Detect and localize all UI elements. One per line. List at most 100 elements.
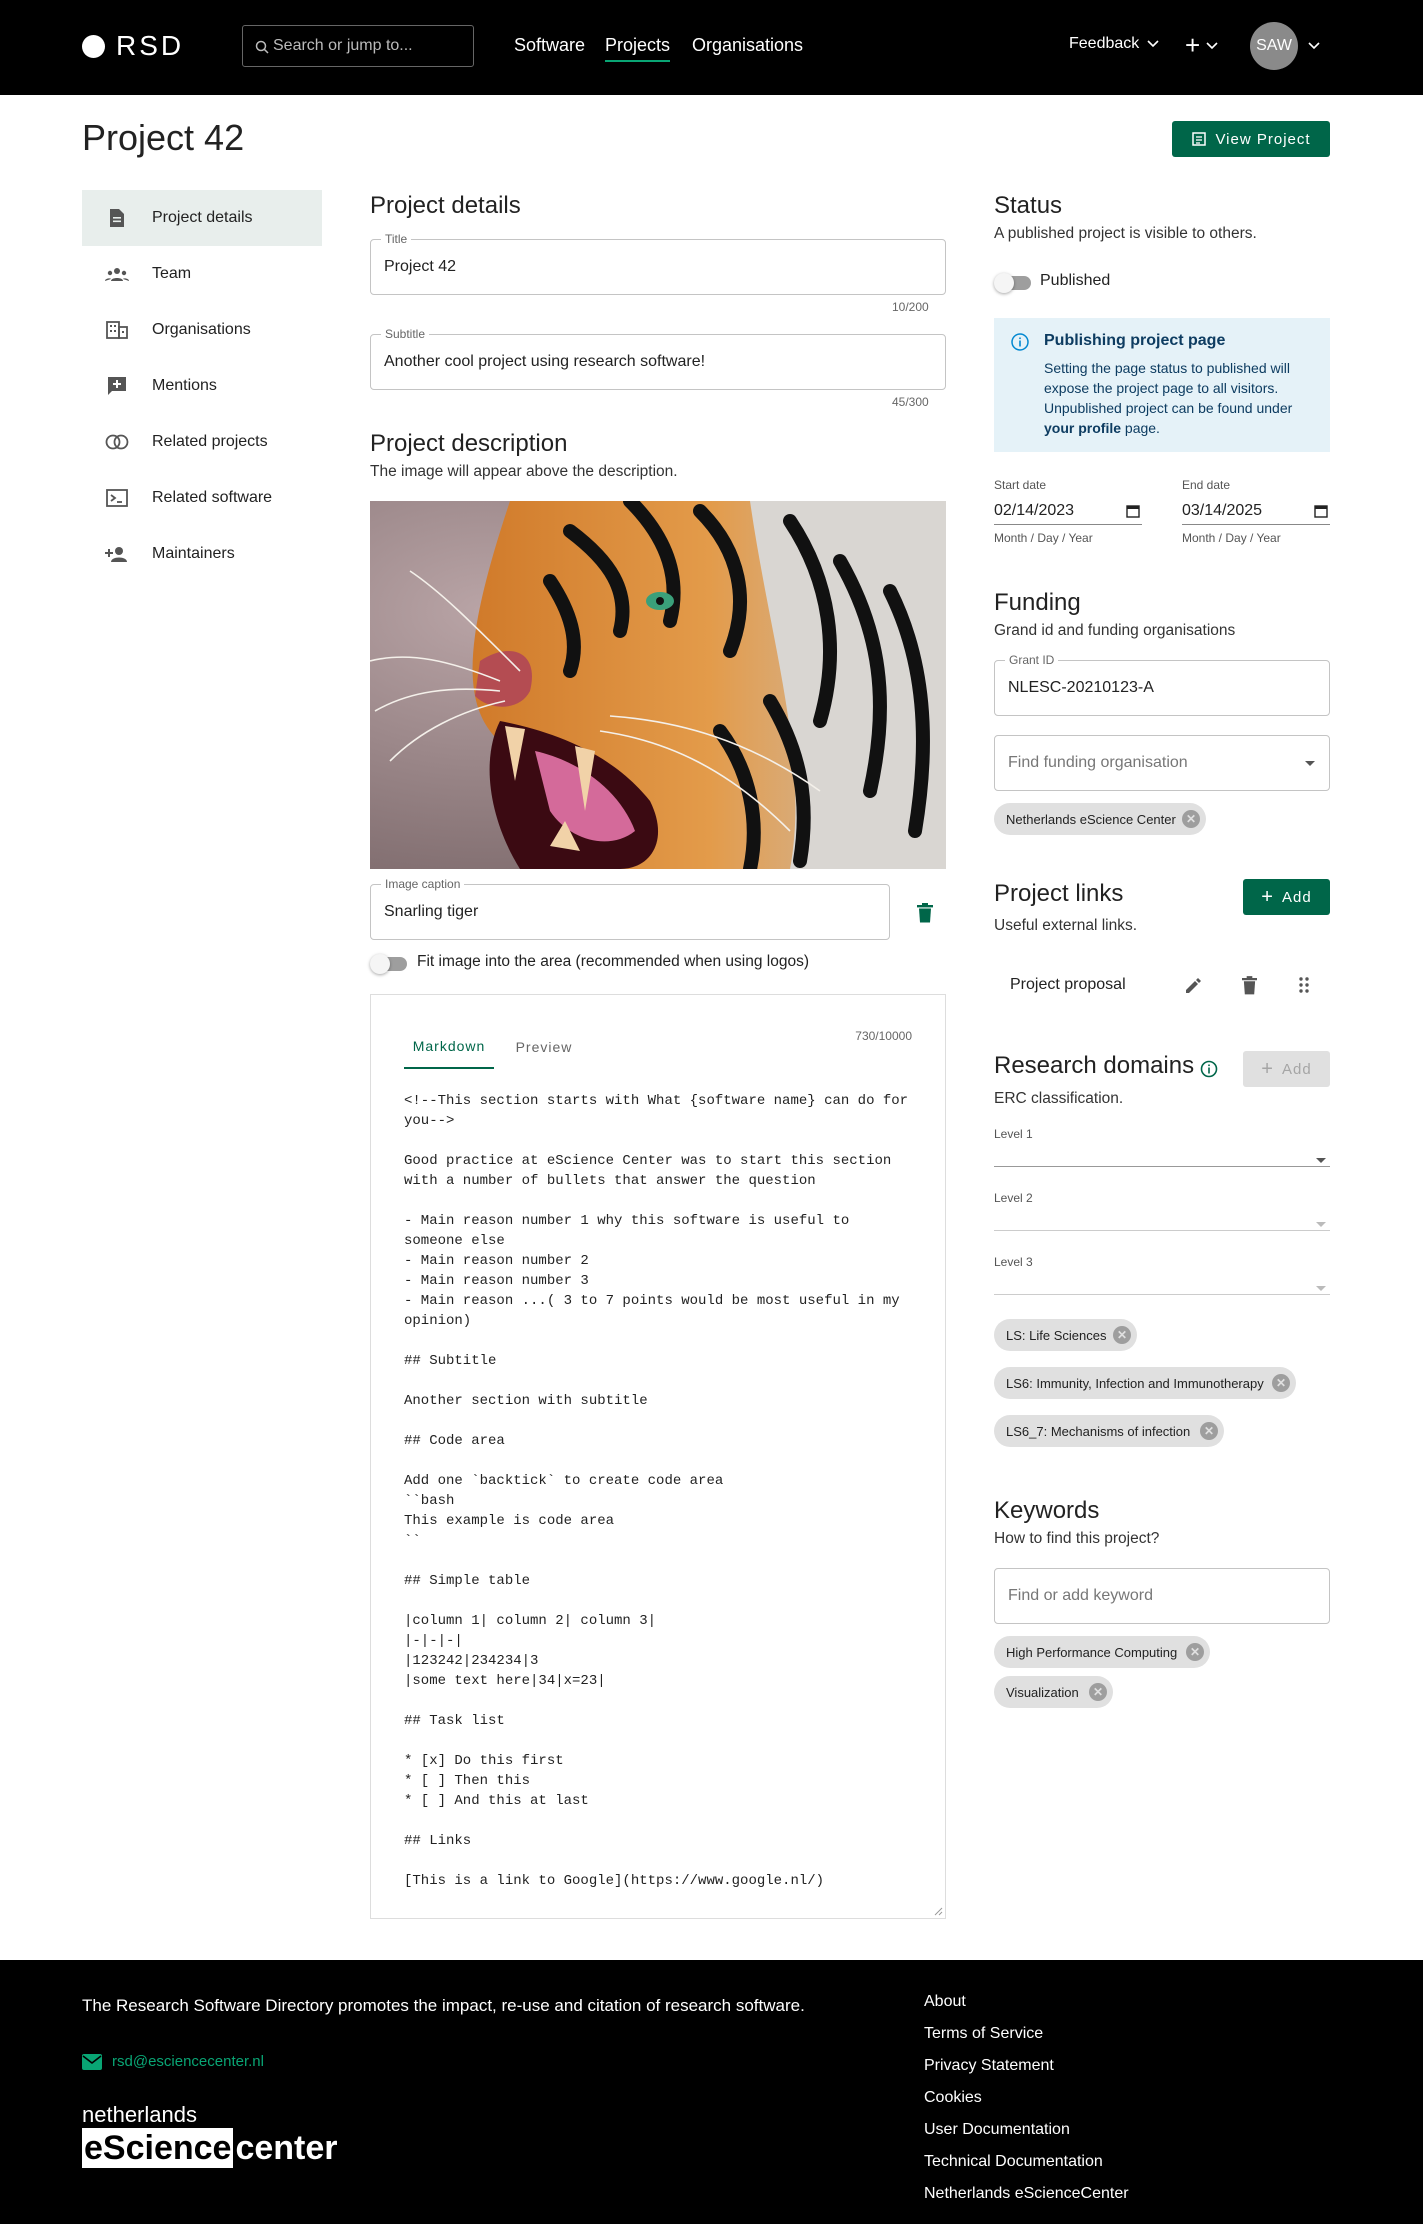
calendar-icon[interactable] bbox=[1314, 504, 1328, 518]
info-icon[interactable] bbox=[1200, 1060, 1218, 1078]
project-link-item[interactable]: Project proposal bbox=[994, 958, 1330, 1014]
level-2-select[interactable]: Level 2 bbox=[994, 1191, 1330, 1231]
fit-image-toggle[interactable] bbox=[370, 954, 407, 974]
dropdown-arrow-icon[interactable] bbox=[1305, 761, 1315, 766]
footer-link-terms[interactable]: Terms of Service bbox=[924, 2025, 1043, 2043]
footer-link-privacy[interactable]: Privacy Statement bbox=[924, 2057, 1054, 2075]
footer-link-esc[interactable]: Netherlands eScienceCenter bbox=[924, 2185, 1129, 2203]
rsd-logo-icon[interactable] bbox=[82, 35, 105, 58]
sidebar-item-team[interactable]: Team bbox=[82, 246, 322, 302]
sidebar-item-project-details[interactable]: Project details bbox=[82, 190, 322, 246]
footer-email-link[interactable]: rsd@esciencecenter.nl bbox=[82, 2053, 264, 2070]
feedback-button[interactable]: Feedback bbox=[1069, 35, 1159, 53]
delete-image-icon[interactable] bbox=[917, 903, 933, 923]
sidebar-item-maintainers[interactable]: Maintainers bbox=[82, 526, 322, 582]
footer: The Research Software Directory promotes… bbox=[0, 1960, 1423, 2224]
view-project-button[interactable]: View Project bbox=[1172, 121, 1330, 157]
footer-link-tech-docs[interactable]: Technical Documentation bbox=[924, 2153, 1103, 2171]
sidebar-item-organisations[interactable]: Organisations bbox=[82, 302, 322, 358]
remove-chip-icon[interactable]: ✕ bbox=[1089, 1683, 1107, 1701]
subtitle-field[interactable]: Subtitle Another cool project using rese… bbox=[370, 327, 946, 390]
end-date-field[interactable]: End date 03/14/2025 Month / Day / Year bbox=[1182, 478, 1330, 545]
tab-preview[interactable]: Preview bbox=[504, 1025, 584, 1069]
keywords-subtext: How to find this project? bbox=[994, 1530, 1160, 1547]
footer-link-cookies[interactable]: Cookies bbox=[924, 2089, 982, 2107]
remove-chip-icon[interactable]: ✕ bbox=[1272, 1374, 1290, 1392]
project-image bbox=[370, 501, 946, 869]
mention-icon bbox=[108, 377, 126, 395]
chevron-down-icon bbox=[1147, 40, 1159, 48]
remove-chip-icon[interactable]: ✕ bbox=[1186, 1643, 1204, 1661]
info-text: Setting the page status to published wil… bbox=[1044, 358, 1312, 438]
rsd-logo-text[interactable]: RSD bbox=[116, 30, 184, 62]
chip-label: Visualization bbox=[1006, 1684, 1079, 1700]
title-label: Title bbox=[381, 232, 412, 246]
edit-icon[interactable] bbox=[1184, 977, 1202, 995]
published-toggle[interactable] bbox=[994, 273, 1031, 293]
keyword-input[interactable]: Find or add keyword bbox=[994, 1568, 1330, 1624]
sidebar-item-mentions[interactable]: Mentions bbox=[82, 358, 322, 414]
sidebar-item-label: Maintainers bbox=[152, 545, 235, 562]
user-avatar[interactable]: SAW bbox=[1250, 22, 1298, 70]
sidebar-item-label: Mentions bbox=[152, 377, 217, 394]
grant-id-label: Grant ID bbox=[1005, 653, 1059, 667]
footer-email[interactable]: rsd@esciencecenter.nl bbox=[112, 2053, 264, 2070]
keyword-chip: High Performance Computing ✕ bbox=[994, 1636, 1210, 1668]
publishing-info-alert: Publishing project page Setting the page… bbox=[994, 318, 1330, 452]
chevron-down-icon bbox=[1206, 41, 1218, 49]
info-icon bbox=[1011, 333, 1029, 351]
add-link-button[interactable]: + Add bbox=[1243, 879, 1330, 915]
drag-handle-icon[interactable] bbox=[1299, 977, 1309, 993]
markdown-textarea[interactable]: <!--This section starts with What {softw… bbox=[404, 1091, 924, 1891]
chevron-down-icon[interactable] bbox=[1308, 42, 1320, 50]
delete-icon[interactable] bbox=[1242, 976, 1257, 995]
esc-logo[interactable]: eScience center bbox=[82, 2128, 338, 2168]
remove-chip-icon[interactable]: ✕ bbox=[1200, 1422, 1218, 1440]
add-domain-label: Add bbox=[1281, 1060, 1312, 1078]
add-menu-button[interactable]: + bbox=[1185, 30, 1218, 61]
title-field[interactable]: Title Project 42 bbox=[370, 232, 946, 295]
tab-markdown[interactable]: Markdown bbox=[404, 1025, 494, 1069]
domain-chip: LS6: Immunity, Infection and Immunothera… bbox=[994, 1367, 1296, 1399]
add-domain-button[interactable]: + Add bbox=[1243, 1051, 1330, 1087]
sidebar-item-label: Team bbox=[152, 265, 192, 282]
level-1-select[interactable]: Level 1 bbox=[994, 1127, 1330, 1167]
resize-handle-icon[interactable] bbox=[934, 1907, 943, 1916]
start-date-field[interactable]: Start date 02/14/2023 Month / Day / Year bbox=[994, 478, 1142, 545]
start-date-value[interactable]: 02/14/2023 bbox=[994, 502, 1074, 519]
grant-id-value[interactable]: NLESC-20210123-A bbox=[1008, 679, 1154, 697]
building-icon bbox=[106, 321, 128, 339]
grant-id-field[interactable]: Grant ID NLESC-20210123-A bbox=[994, 653, 1330, 716]
keyword-placeholder: Find or add keyword bbox=[1008, 1587, 1153, 1604]
chip-label: LS: Life Sciences bbox=[1006, 1327, 1107, 1343]
remove-chip-icon[interactable]: ✕ bbox=[1182, 810, 1200, 828]
end-date-value[interactable]: 03/14/2025 bbox=[1182, 502, 1262, 519]
info-body: Setting the page status to published wil… bbox=[1044, 360, 1293, 416]
footer-link-user-docs[interactable]: User Documentation bbox=[924, 2121, 1070, 2139]
footer-link-about[interactable]: About bbox=[924, 1993, 966, 2011]
your-profile-link[interactable]: your profile bbox=[1044, 420, 1121, 436]
sidebar-item-related-projects[interactable]: Related projects bbox=[82, 414, 322, 470]
calendar-icon[interactable] bbox=[1126, 504, 1140, 518]
dropdown-arrow-icon bbox=[1316, 1158, 1326, 1163]
project-links-subtext: Useful external links. bbox=[994, 917, 1138, 934]
nav-projects[interactable]: Projects bbox=[605, 35, 671, 62]
find-funding-organisation-field[interactable]: Find funding organisation bbox=[994, 735, 1330, 791]
status-subtext: A published project is visible to others… bbox=[994, 225, 1257, 242]
subtitle-counter: 45/300 bbox=[892, 395, 929, 409]
search-input[interactable] bbox=[273, 26, 468, 66]
project-links-heading: Project links bbox=[994, 880, 1124, 907]
search-box[interactable] bbox=[242, 25, 474, 67]
tiger-image bbox=[370, 501, 946, 869]
image-caption-value[interactable]: Snarling tiger bbox=[384, 903, 478, 921]
nav-software[interactable]: Software bbox=[514, 35, 585, 56]
page-title: Project 42 bbox=[82, 117, 245, 158]
level-3-select[interactable]: Level 3 bbox=[994, 1255, 1330, 1295]
project-link-label[interactable]: Project proposal bbox=[1010, 976, 1126, 994]
remove-chip-icon[interactable]: ✕ bbox=[1113, 1326, 1131, 1344]
nav-organisations[interactable]: Organisations bbox=[692, 35, 803, 56]
image-caption-field[interactable]: Image caption Snarling tiger bbox=[370, 877, 890, 940]
subtitle-value[interactable]: Another cool project using research soft… bbox=[384, 353, 705, 371]
title-value[interactable]: Project 42 bbox=[384, 258, 456, 276]
sidebar-item-related-software[interactable]: Related software bbox=[82, 470, 322, 526]
